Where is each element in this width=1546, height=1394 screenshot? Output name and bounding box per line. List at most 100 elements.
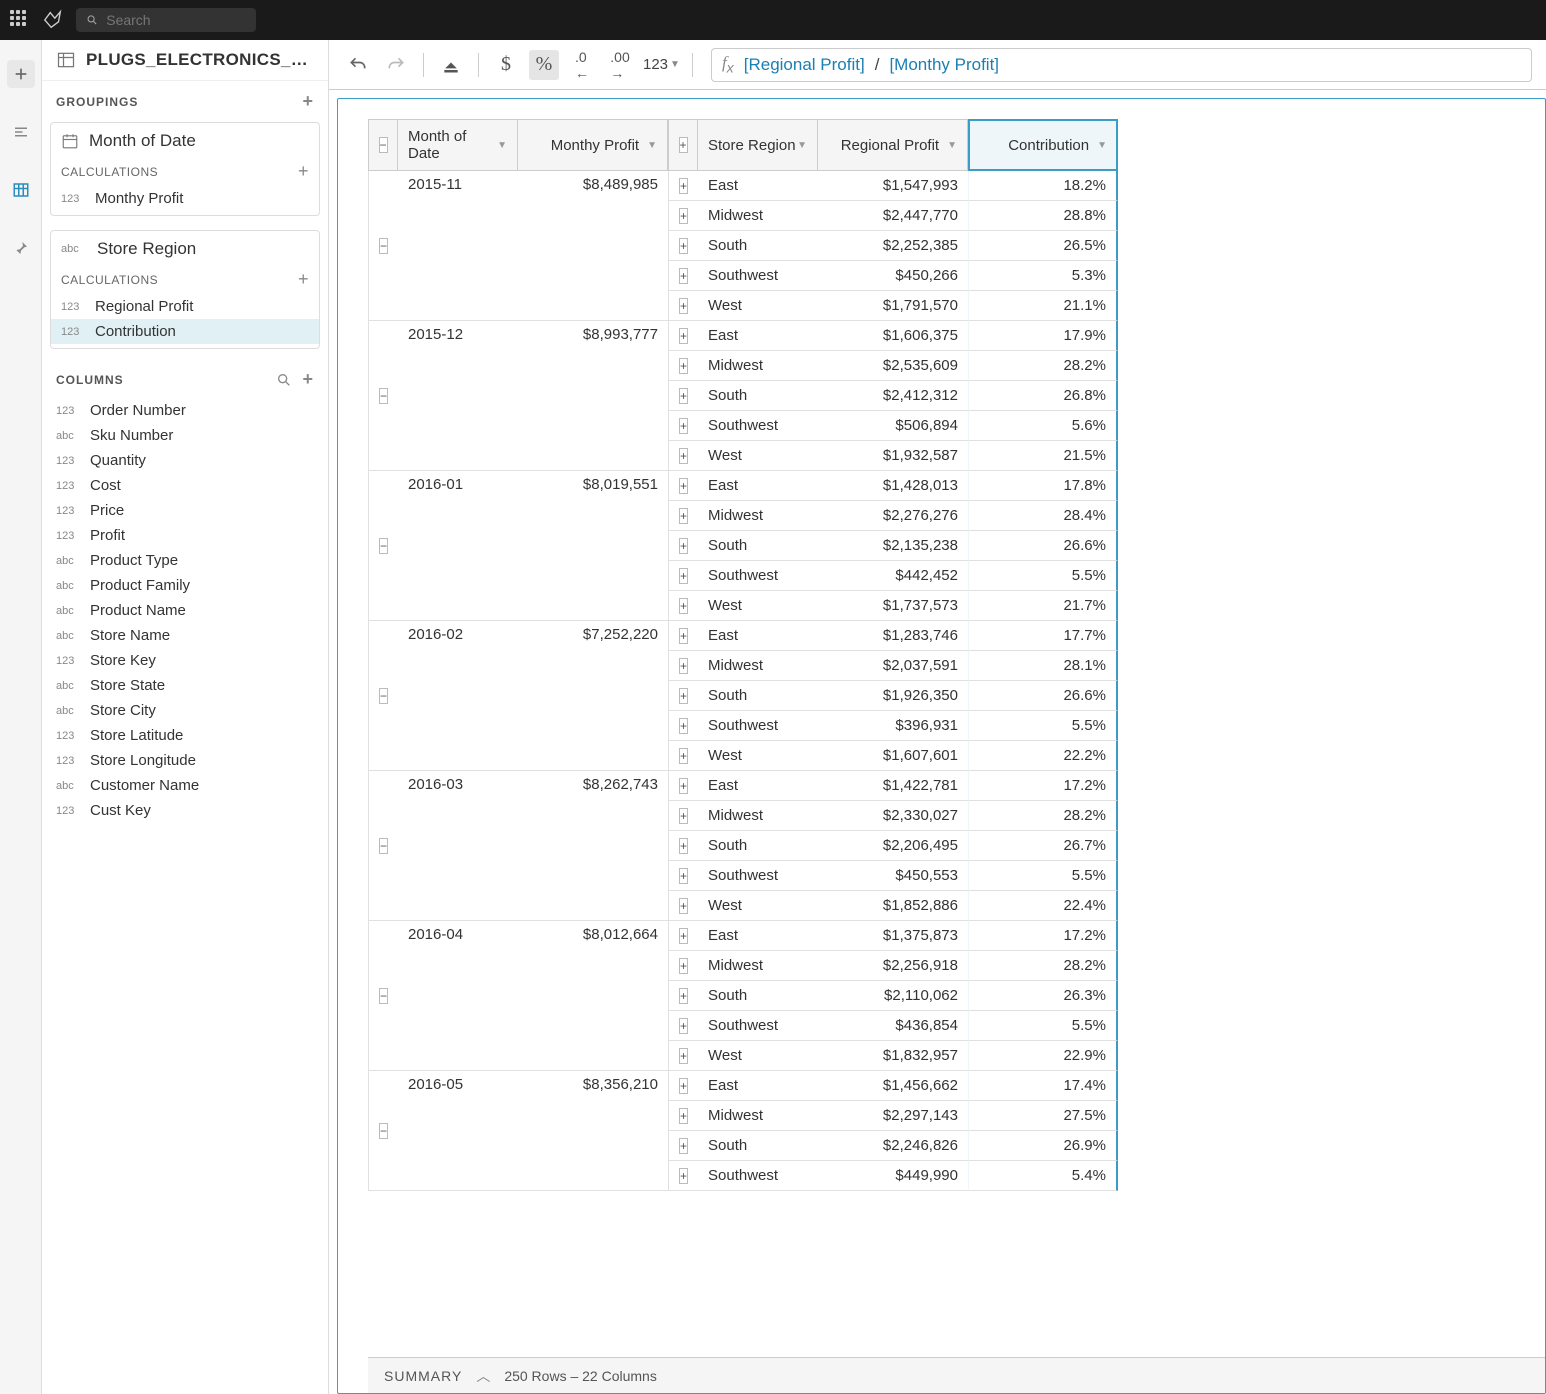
field-row[interactable]: abcProduct Family	[42, 573, 328, 598]
field-row[interactable]: 123Monthy Profit	[51, 186, 319, 211]
grouping-card-region[interactable]: abc Store Region CALCULATIONS + 123Regio…	[50, 230, 320, 349]
add-calc-button[interactable]: +	[298, 161, 309, 182]
collapse-month-button[interactable]: −	[368, 471, 398, 621]
expand-region-button[interactable]: +	[668, 891, 698, 921]
col-header-month[interactable]: Month of Date▼	[398, 119, 518, 171]
expand-region-button[interactable]: +	[668, 501, 698, 531]
expand-region-button[interactable]: +	[668, 741, 698, 771]
field-row[interactable]: abcProduct Type	[42, 548, 328, 573]
field-row[interactable]: 123Cust Key	[42, 798, 328, 823]
expand-region-button[interactable]: +	[668, 1011, 698, 1041]
expand-region-button[interactable]: +	[668, 561, 698, 591]
col-header-monthly-profit[interactable]: Monthy Profit▼	[518, 119, 668, 171]
collapse-month-button[interactable]: −	[368, 1071, 398, 1191]
field-row[interactable]: abcProduct Name	[42, 598, 328, 623]
redo-button[interactable]	[381, 50, 411, 80]
rail-add-button[interactable]	[7, 60, 35, 88]
contribution-cell: 21.1%	[968, 291, 1118, 321]
expand-region-button[interactable]: +	[668, 771, 698, 801]
expand-region-button[interactable]: +	[668, 951, 698, 981]
apps-grid-icon[interactable]	[10, 10, 30, 30]
col-header-contribution[interactable]: Contribution▼	[968, 119, 1118, 171]
rail-list-icon[interactable]	[7, 118, 35, 146]
add-calc-button[interactable]: +	[298, 269, 309, 290]
expand-region-button[interactable]: +	[668, 201, 698, 231]
field-row[interactable]: 123Cost	[42, 473, 328, 498]
expand-region-button[interactable]: +	[668, 831, 698, 861]
col-header-regional-profit[interactable]: Regional Profit▼	[818, 119, 968, 171]
undo-button[interactable]	[343, 50, 373, 80]
currency-format-button[interactable]: $	[491, 50, 521, 80]
col-header-region[interactable]: Store Region▼	[698, 119, 818, 171]
field-row[interactable]: 123Profit	[42, 523, 328, 548]
expand-region-button[interactable]: +	[668, 441, 698, 471]
field-row[interactable]: 123Order Number	[42, 398, 328, 423]
grouping-card-month[interactable]: Month of Date CALCULATIONS + 123Monthy P…	[50, 122, 320, 216]
expand-region-button[interactable]: +	[668, 471, 698, 501]
collapse-month-button[interactable]: −	[368, 771, 398, 921]
collapse-month-button[interactable]: −	[368, 171, 398, 321]
expand-region-button[interactable]: +	[668, 861, 698, 891]
increase-decimal-button[interactable]: .00→	[605, 50, 635, 80]
expand-region-button[interactable]: +	[668, 1101, 698, 1131]
month-cell: 2015-12	[398, 321, 518, 471]
expand-region-button[interactable]: +	[668, 321, 698, 351]
field-row[interactable]: 123Regional Profit	[51, 294, 319, 319]
region-cell: South	[698, 531, 818, 561]
expand-all-region-button[interactable]: +	[668, 119, 698, 171]
expand-region-button[interactable]: +	[668, 411, 698, 441]
collapse-month-button[interactable]: −	[368, 321, 398, 471]
rail-table-icon[interactable]	[7, 176, 35, 204]
field-row[interactable]: abcStore City	[42, 698, 328, 723]
expand-region-button[interactable]: +	[668, 1071, 698, 1101]
decrease-decimal-button[interactable]: .0←	[567, 50, 597, 80]
expand-region-button[interactable]: +	[668, 681, 698, 711]
expand-region-button[interactable]: +	[668, 981, 698, 1011]
summary-bar[interactable]: SUMMARY ︿ 250 Rows – 22 Columns	[368, 1357, 1545, 1393]
contribution-cell: 28.1%	[968, 651, 1118, 681]
field-row[interactable]: 123Store Longitude	[42, 748, 328, 773]
field-row[interactable]: 123Quantity	[42, 448, 328, 473]
collapse-month-button[interactable]: −	[368, 621, 398, 771]
expand-region-button[interactable]: +	[668, 351, 698, 381]
add-grouping-button[interactable]: +	[302, 91, 314, 112]
rail-pin-icon[interactable]	[7, 234, 35, 262]
expand-region-button[interactable]: +	[668, 621, 698, 651]
expand-region-button[interactable]: +	[668, 1131, 698, 1161]
region-cell: West	[698, 291, 818, 321]
expand-region-button[interactable]: +	[668, 291, 698, 321]
logo-icon[interactable]	[42, 9, 64, 31]
field-row[interactable]: 123Store Latitude	[42, 723, 328, 748]
type-tag: abc	[56, 605, 82, 617]
field-row[interactable]: 123Price	[42, 498, 328, 523]
expand-region-button[interactable]: +	[668, 531, 698, 561]
formula-bar[interactable]: fx [Regional Profit] / [Monthy Profit]	[711, 48, 1532, 82]
field-row[interactable]: 123Store Key	[42, 648, 328, 673]
expand-region-button[interactable]: +	[668, 261, 698, 291]
expand-region-button[interactable]: +	[668, 1161, 698, 1191]
expand-region-button[interactable]: +	[668, 711, 698, 741]
search-box[interactable]	[76, 8, 256, 32]
expand-region-button[interactable]: +	[668, 591, 698, 621]
number-format-dropdown[interactable]: 123▼	[643, 56, 680, 73]
search-columns-icon[interactable]	[276, 372, 292, 388]
expand-region-button[interactable]: +	[668, 1041, 698, 1071]
field-row[interactable]: abcStore State	[42, 673, 328, 698]
field-row[interactable]: 123Contribution	[51, 319, 319, 344]
field-row[interactable]: abcSku Number	[42, 423, 328, 448]
add-column-button[interactable]: +	[302, 369, 314, 390]
expand-region-button[interactable]: +	[668, 171, 698, 201]
regional-profit-cell: $449,990	[818, 1161, 968, 1191]
search-input[interactable]	[106, 12, 246, 28]
expand-region-button[interactable]: +	[668, 801, 698, 831]
field-row[interactable]: abcStore Name	[42, 623, 328, 648]
expand-region-button[interactable]: +	[668, 231, 698, 261]
expand-region-button[interactable]: +	[668, 921, 698, 951]
field-row[interactable]: abcCustomer Name	[42, 773, 328, 798]
collapse-all-month-button[interactable]: −	[368, 119, 398, 171]
expand-region-button[interactable]: +	[668, 381, 698, 411]
percent-format-button[interactable]: %	[529, 50, 559, 80]
collapse-month-button[interactable]: −	[368, 921, 398, 1071]
fill-color-button[interactable]	[436, 50, 466, 80]
expand-region-button[interactable]: +	[668, 651, 698, 681]
